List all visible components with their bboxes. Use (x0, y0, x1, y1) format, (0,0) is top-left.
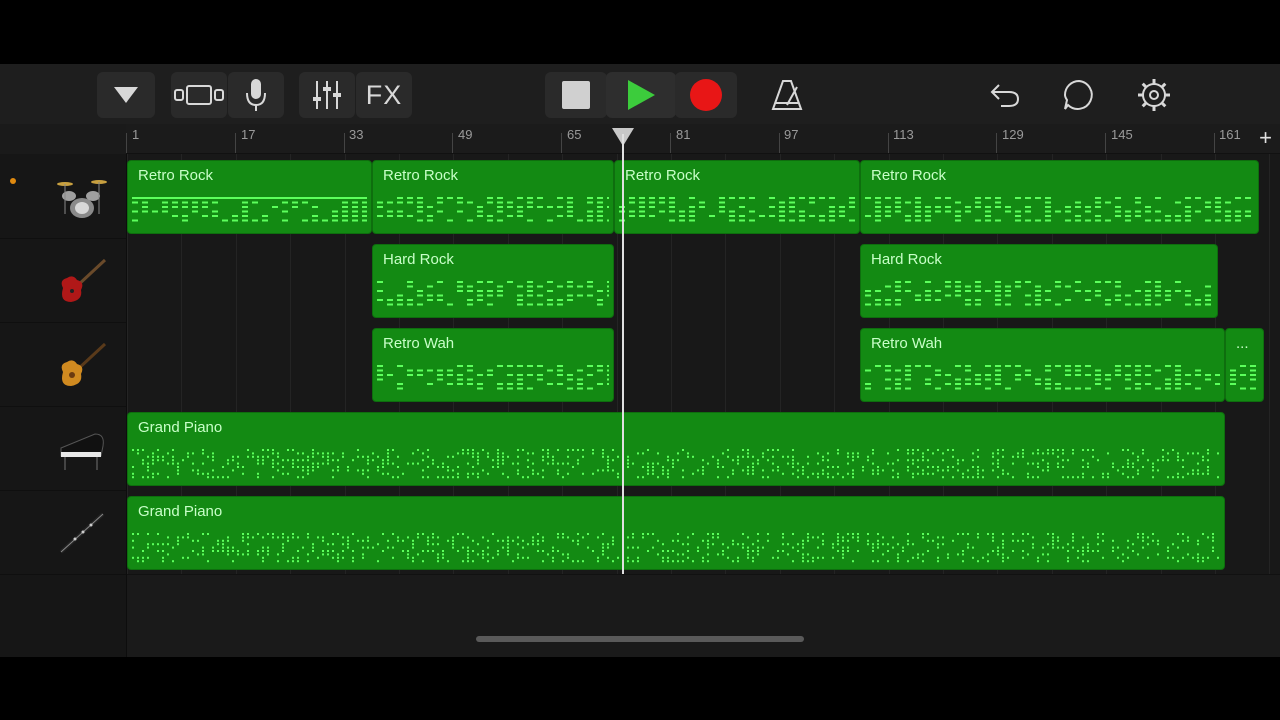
region-label: Grand Piano (138, 503, 223, 520)
midi-notes (1230, 365, 1256, 390)
triangle-down-icon (114, 87, 138, 103)
mixer-sliders-icon (313, 81, 341, 109)
midi-notes (865, 365, 1220, 390)
region-label: Retro Rock (138, 167, 214, 184)
midi-notes (132, 197, 367, 222)
midi-notes (619, 197, 855, 222)
region[interactable]: Retro Rock (860, 160, 1259, 234)
ruler-mark: 81 (676, 127, 691, 142)
ruler-mark: 129 (1002, 127, 1024, 142)
region[interactable]: Retro Rock (372, 160, 614, 234)
region[interactable]: Grand Piano (127, 496, 1225, 570)
tracks-view-button[interactable] (171, 72, 227, 118)
toolbar: FX (0, 64, 1280, 124)
microphone-button[interactable] (228, 72, 284, 118)
region-label: Hard Rock (871, 251, 942, 268)
undo-icon (990, 84, 1020, 107)
clarinet-icon (59, 512, 105, 554)
fx-button[interactable]: FX (356, 72, 412, 118)
midi-notes (377, 197, 609, 222)
midi-notes (132, 449, 1219, 479)
region-label: Retro Wah (383, 335, 455, 352)
midi-notes (132, 533, 1219, 563)
playhead[interactable] (622, 134, 624, 574)
gear-icon (1138, 79, 1170, 111)
ruler-mark: 1 (132, 127, 140, 142)
region[interactable]: Hard Rock (860, 244, 1218, 318)
region-label: Grand Piano (138, 419, 223, 436)
fx-label: FX (365, 79, 403, 110)
region[interactable]: Grand Piano (127, 412, 1225, 486)
add-section-button[interactable]: + (1259, 125, 1272, 151)
ruler-mark: 97 (784, 127, 799, 142)
ruler-tick (996, 133, 998, 153)
midi-notes (865, 281, 1211, 306)
region[interactable]: Retro Wah (860, 328, 1225, 402)
tracks-area[interactable]: Retro Rock Retro Rock Retro Rock Retro Rock… (127, 154, 1280, 575)
sunburst-guitar-icon (61, 342, 107, 386)
ruler-tick (452, 133, 454, 153)
metronome-button[interactable] (758, 72, 816, 118)
ruler-mark: 65 (567, 127, 582, 142)
ruler-mark: 113 (893, 127, 914, 142)
tracks-view-icon (174, 85, 224, 105)
ruler-tick (126, 133, 127, 153)
region-label: Retro Wah (871, 335, 943, 352)
garageband-tracks-view: FX 1 17 33 49 65 81 97 113 129 145 161 +… (0, 64, 1280, 657)
browser-dropdown-button[interactable] (97, 72, 155, 118)
grid-line (1269, 154, 1271, 574)
track-header-clarinet[interactable] (0, 490, 126, 575)
metronome-icon (771, 80, 803, 110)
region[interactable]: Retro Rock (127, 160, 372, 234)
ruler-tick (1214, 133, 1215, 153)
play-icon (628, 80, 655, 110)
track-header-electric-guitar[interactable] (0, 238, 126, 323)
mixer-button[interactable] (299, 72, 355, 118)
region[interactable]: ... (1225, 328, 1264, 402)
ruler-mark: 161 (1219, 127, 1241, 142)
undo-button[interactable] (976, 72, 1034, 118)
ruler-tick (234, 133, 236, 153)
midi-notes (865, 197, 1251, 222)
region[interactable]: Retro Rock (614, 160, 860, 234)
ruler-tick (887, 133, 889, 153)
loop-icon (1063, 79, 1093, 110)
record-icon (690, 79, 722, 111)
region-label: Hard Rock (383, 251, 454, 268)
ruler-mark: 49 (458, 127, 473, 142)
timeline-ruler[interactable]: 1 17 33 49 65 81 97 113 129 145 161 + (126, 124, 1280, 154)
region[interactable]: Hard Rock (372, 244, 614, 318)
midi-notes (377, 365, 609, 390)
play-button[interactable] (606, 72, 676, 118)
record-button[interactable] (675, 72, 737, 118)
region[interactable]: Retro Wah (372, 328, 614, 402)
grand-piano-icon (60, 433, 104, 470)
track-header-drums[interactable] (0, 154, 126, 239)
ruler-mark: 33 (349, 127, 364, 142)
region-label: Retro Rock (625, 167, 701, 184)
ruler-tick (1105, 133, 1107, 153)
region-label: ... (1236, 335, 1249, 352)
midi-notes (377, 281, 609, 306)
drum-kit-icon (57, 180, 107, 218)
settings-button[interactable] (1125, 72, 1183, 118)
track-header-guitar[interactable] (0, 322, 126, 407)
stop-icon (562, 81, 590, 109)
ruler-mark: 145 (1111, 127, 1133, 142)
loop-browser-button[interactable] (1050, 72, 1108, 118)
track-headers: + (0, 154, 127, 657)
track-activity-dot (10, 178, 16, 184)
red-electric-guitar-icon (61, 258, 107, 302)
track-header-grand-piano[interactable] (0, 406, 126, 491)
region-label: Retro Rock (383, 167, 459, 184)
region-label: Retro Rock (871, 167, 947, 184)
ruler-mark: 17 (241, 127, 256, 142)
ruler-tick (561, 133, 563, 153)
horizontal-scrollbar[interactable] (476, 636, 804, 642)
ruler-tick (343, 133, 345, 153)
stop-button[interactable] (545, 72, 607, 118)
microphone-icon (246, 79, 266, 111)
ruler-tick (670, 133, 671, 153)
ruler-tick (778, 133, 780, 153)
